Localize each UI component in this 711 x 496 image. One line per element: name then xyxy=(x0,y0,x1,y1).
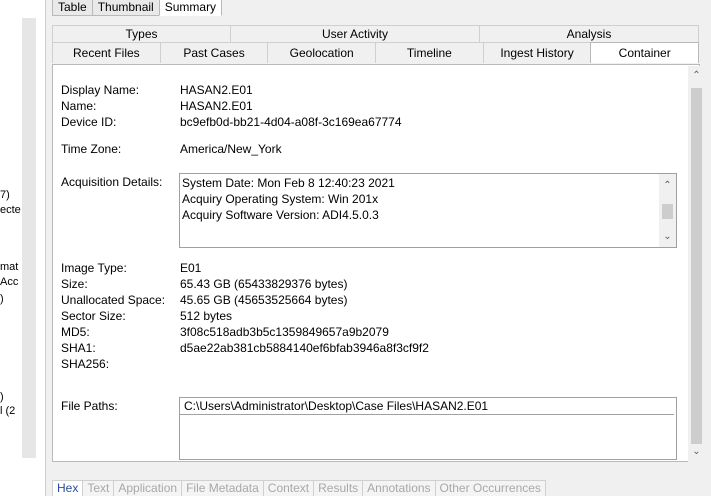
scroll-thumb[interactable] xyxy=(691,88,702,444)
tab-ingest-history[interactable]: Ingest History xyxy=(482,42,592,63)
file-paths-label: File Paths: xyxy=(61,399,118,413)
tab-timeline[interactable]: Timeline xyxy=(375,42,484,63)
tab-past-cases[interactable]: Past Cases xyxy=(159,42,269,63)
tab-container[interactable]: Container xyxy=(590,42,700,63)
unallocated-space-value: 45.65 GB (45653525664 bytes) xyxy=(180,293,348,307)
tab-application[interactable]: Application xyxy=(113,480,183,496)
tab-context[interactable]: Context xyxy=(262,480,315,496)
left-text-fragment: Acc xyxy=(0,276,19,288)
acquisition-details-label: Acquisition Details: xyxy=(61,175,163,189)
display-name-label: Display Name: xyxy=(61,83,140,97)
acquisition-line: Acquiry Operating System: Win 201x xyxy=(182,192,379,206)
scroll-up-icon[interactable]: ⌃ xyxy=(659,178,676,194)
tab-analysis[interactable]: Analysis xyxy=(479,25,699,42)
acquisition-details-textarea[interactable]: System Date: Mon Feb 8 12:40:23 2021 Acq… xyxy=(179,173,677,248)
tab-annotations[interactable]: Annotations xyxy=(362,480,436,496)
panel-scrollbar[interactable]: ⌃ ⌄ xyxy=(688,66,705,462)
content-viewer-tabs: Hex Text Application File Metadata Conte… xyxy=(52,480,546,496)
sector-size-value: 512 bytes xyxy=(180,309,233,323)
time-zone-label: Time Zone: xyxy=(61,142,122,156)
sector-size-label: Sector Size: xyxy=(61,309,126,323)
scroll-thumb[interactable] xyxy=(662,204,673,219)
tab-hex[interactable]: Hex xyxy=(52,480,84,496)
left-text-fragment: l (2 xyxy=(0,405,16,417)
left-panel-fragment: 7) ecte mat Acc ) ) l (2 xyxy=(0,0,46,496)
view-tabs: Table Thumbnail Summary xyxy=(52,0,223,16)
size-value: 65.43 GB (65433829376 bytes) xyxy=(180,277,348,291)
tab-text[interactable]: Text xyxy=(82,480,115,496)
left-text-fragment: ecte xyxy=(0,204,21,216)
file-path-item[interactable]: C:\Users\Administrator\Desktop\Case File… xyxy=(180,398,674,415)
tab-results[interactable]: Results xyxy=(313,480,364,496)
summary-tabs: Recent Files Past Cases Geolocation Time… xyxy=(52,42,700,63)
md5-label: MD5: xyxy=(61,325,90,339)
name-label: Name: xyxy=(61,99,97,113)
scroll-down-icon[interactable]: ⌄ xyxy=(688,444,705,460)
tab-types[interactable]: Types xyxy=(52,25,231,42)
unallocated-space-label: Unallocated Space: xyxy=(61,293,166,307)
tab-user-activity[interactable]: User Activity xyxy=(230,25,480,42)
sha256-label: SHA256: xyxy=(61,357,110,371)
name-value: HASAN2.E01 xyxy=(180,99,253,113)
time-zone-value: America/New_York xyxy=(180,142,282,156)
left-text-fragment: ) xyxy=(0,293,4,305)
tab-thumbnail[interactable]: Thumbnail xyxy=(91,0,160,16)
image-type-value: E01 xyxy=(180,261,202,275)
left-panel-scrollbar[interactable] xyxy=(22,18,36,458)
summary-group-tabs: Types User Activity Analysis xyxy=(52,25,699,42)
tab-recent-files[interactable]: Recent Files xyxy=(52,42,161,63)
image-type-label: Image Type: xyxy=(61,261,127,275)
size-label: Size: xyxy=(61,277,88,291)
display-name-value: HASAN2.E01 xyxy=(180,83,253,97)
file-paths-list[interactable]: C:\Users\Administrator\Desktop\Case File… xyxy=(179,397,677,460)
acquisition-line: System Date: Mon Feb 8 12:40:23 2021 xyxy=(182,176,395,190)
tab-summary[interactable]: Summary xyxy=(158,0,223,16)
tab-table[interactable]: Table xyxy=(52,0,93,16)
md5-value: 3f08c518adb3b5c1359849657a9b2079 xyxy=(180,325,389,339)
left-text-fragment: ) xyxy=(0,391,4,403)
device-id-label: Device ID: xyxy=(61,115,117,129)
acquisition-scrollbar[interactable]: ⌃ ⌄ xyxy=(659,174,676,247)
acquisition-line: Acquiry Software Version: ADI4.5.0.3 xyxy=(182,208,379,222)
device-id-value: bc9efb0d-bb21-4d04-a08f-3c169ea67774 xyxy=(180,115,402,129)
left-text-fragment: 7) xyxy=(0,189,10,201)
tab-file-metadata[interactable]: File Metadata xyxy=(181,480,264,496)
scroll-down-icon[interactable]: ⌄ xyxy=(659,229,676,245)
tab-other-occurrences[interactable]: Other Occurrences xyxy=(434,480,546,496)
sha1-label: SHA1: xyxy=(61,341,96,355)
tab-geolocation[interactable]: Geolocation xyxy=(267,42,377,63)
sha1-value: d5ae22ab381cb5884140ef6bfab3946a8f3cf9f2 xyxy=(180,341,429,355)
left-text-fragment: mat xyxy=(0,261,19,273)
scroll-up-icon[interactable]: ⌃ xyxy=(688,68,705,84)
